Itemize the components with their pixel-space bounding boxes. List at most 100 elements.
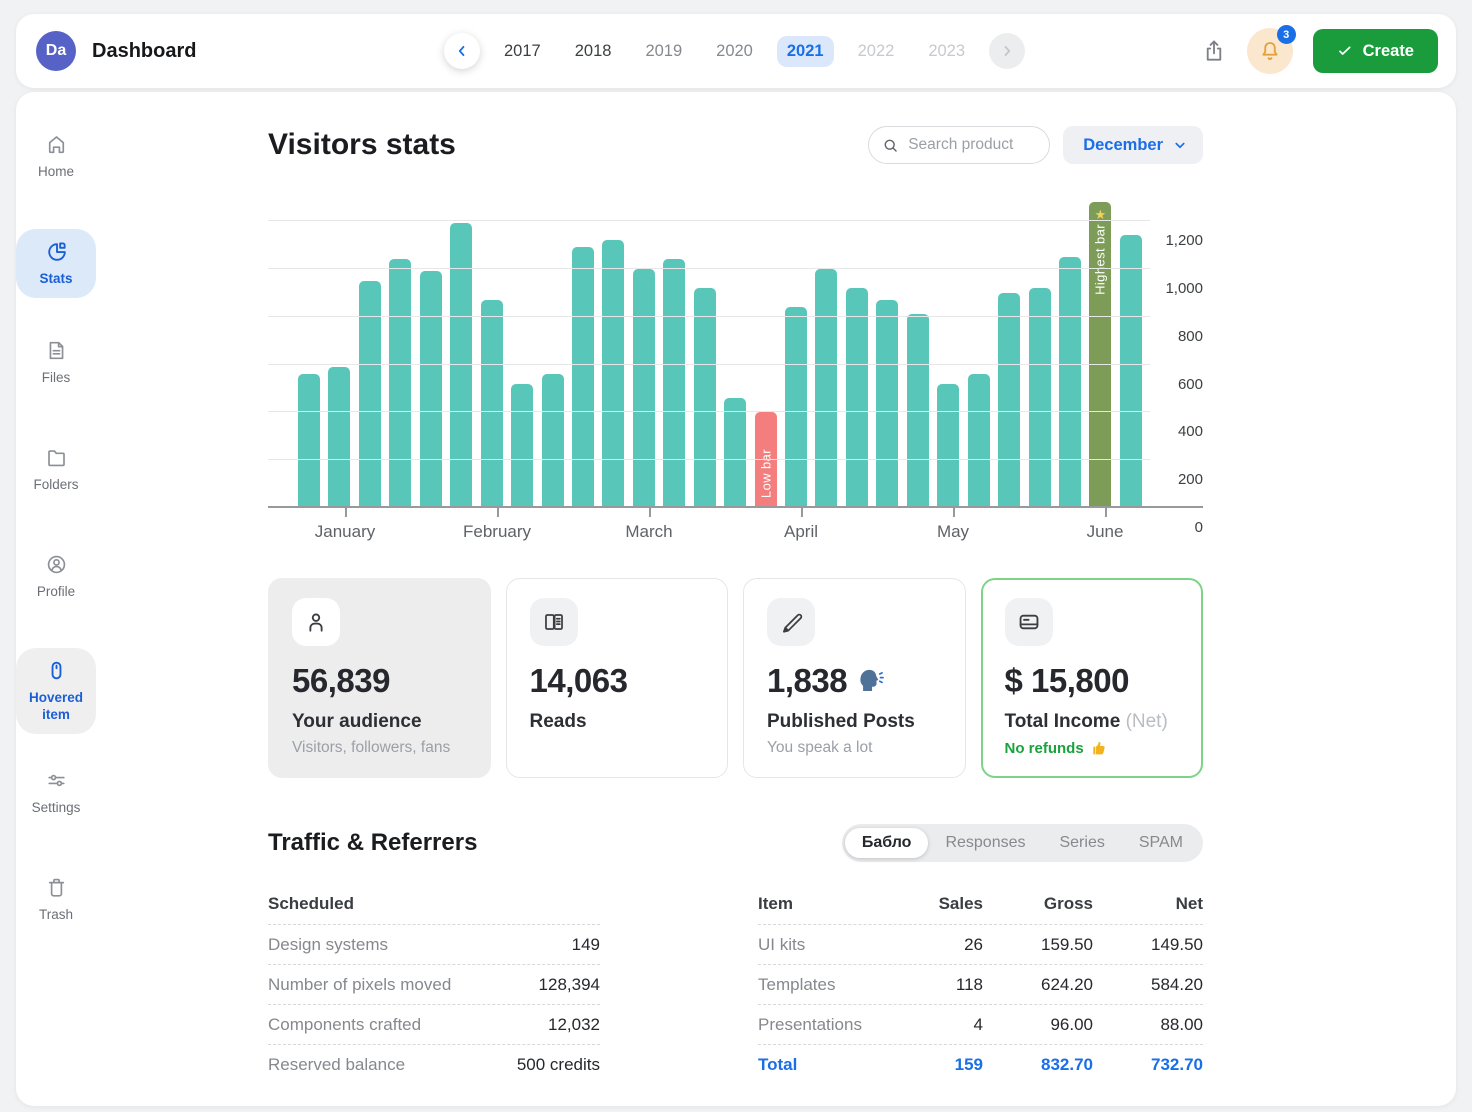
card-published-posts[interactable]: 1,838 Published Posts You speak a lot [743, 578, 966, 778]
sales-table-header: Item Sales Gross Net [758, 884, 1203, 924]
card-total-income[interactable]: $ 15,800 Total Income (Net) No refunds [981, 578, 1204, 778]
highest-bar[interactable]: ★Highest bar [1089, 202, 1111, 508]
card-title: Total Income (Net) [1005, 711, 1180, 733]
bar[interactable] [572, 247, 594, 508]
sidebar-item-hovered-item[interactable]: Hovered item [16, 648, 96, 734]
sidebar-item-profile[interactable]: Profile [16, 542, 96, 611]
sidebar-item-folders[interactable]: Folders [16, 435, 96, 504]
sidebar-item-trash[interactable]: Trash [16, 865, 96, 934]
sidebar-label: Profile [37, 584, 75, 601]
bar[interactable] [1029, 288, 1051, 508]
search-box[interactable] [868, 126, 1050, 164]
bar[interactable] [511, 384, 533, 508]
sidebar-item-settings[interactable]: Settings [16, 758, 96, 827]
bar[interactable] [298, 374, 320, 508]
next-year-button[interactable] [989, 33, 1025, 69]
card-reads[interactable]: 14,063 Reads [506, 578, 729, 778]
year-tab-2022[interactable]: 2022 [848, 36, 905, 67]
speaking-head-icon [855, 666, 885, 696]
year-tab-2019[interactable]: 2019 [635, 36, 692, 67]
credit-card-icon [1016, 609, 1042, 635]
app-title: Dashboard [92, 40, 196, 63]
y-axis-label: 800 [1153, 328, 1203, 345]
table-row: Presentations 4 96.00 88.00 [758, 1004, 1203, 1044]
top-bar: Da Dashboard 2017 2018 2019 2020 2021 20… [16, 14, 1456, 88]
sidebar-item-home[interactable]: Home [16, 122, 96, 191]
bar[interactable] [968, 374, 990, 508]
thumbs-up-icon [1090, 739, 1108, 757]
month-select[interactable]: December [1063, 126, 1203, 164]
page-title: Visitors stats [268, 128, 456, 162]
bar[interactable] [694, 288, 716, 508]
folder-icon [44, 445, 69, 470]
y-axis-label: 400 [1153, 423, 1203, 440]
traffic-tabs: Бабло Responses Series SPAM [842, 824, 1203, 862]
bar[interactable] [876, 300, 898, 508]
bar-annotation-label: Low bar [758, 449, 773, 498]
tab-bablo-active[interactable]: Бабло [845, 828, 929, 858]
bar[interactable] [663, 259, 685, 508]
bar[interactable] [633, 269, 655, 508]
y-axis-label: 1,000 [1153, 280, 1203, 297]
gridline [268, 268, 1150, 269]
bar[interactable] [937, 384, 959, 508]
bar[interactable] [420, 271, 442, 508]
bar[interactable] [998, 293, 1020, 508]
year-tab-2018[interactable]: 2018 [565, 36, 622, 67]
bar[interactable] [542, 374, 564, 508]
card-title: Reads [530, 711, 705, 733]
x-axis-label: February [463, 522, 531, 542]
share-button[interactable] [1201, 38, 1227, 64]
tab-series[interactable]: Series [1042, 828, 1121, 858]
sliders-icon [44, 768, 69, 793]
y-axis-label: 1,200 [1153, 232, 1203, 249]
bar[interactable] [602, 240, 624, 508]
card-value: 56,839 [292, 662, 467, 700]
pie-chart-icon [44, 239, 69, 264]
year-tab-2021-active[interactable]: 2021 [777, 36, 834, 67]
year-tab-2017[interactable]: 2017 [494, 36, 551, 67]
sidebar-item-stats[interactable]: Stats [16, 229, 96, 298]
search-input[interactable] [908, 136, 1037, 154]
year-tab-2023[interactable]: 2023 [918, 36, 975, 67]
sales-table: Item Sales Gross Net UI kits 26 159.50 1… [758, 884, 1203, 1084]
bar[interactable] [328, 367, 350, 508]
bar[interactable] [785, 307, 807, 508]
prev-year-button[interactable] [444, 33, 480, 69]
bar[interactable] [450, 223, 472, 508]
bar[interactable] [1120, 235, 1142, 508]
app-logo: Da [36, 31, 76, 71]
bar-annotation-label: Highest bar [1093, 224, 1108, 295]
year-nav: 2017 2018 2019 2020 2021 2022 2023 [444, 14, 1025, 88]
bar[interactable] [389, 259, 411, 508]
table-row: UI kits 26 159.50 149.50 [758, 924, 1203, 964]
table-row: Templates 118 624.20 584.20 [758, 964, 1203, 1004]
create-button[interactable]: Create [1313, 29, 1438, 73]
sidebar-item-files[interactable]: Files [16, 328, 96, 397]
y-axis-label: 0 [1153, 519, 1203, 536]
tab-responses[interactable]: Responses [928, 828, 1042, 858]
stat-cards: 56,839 Your audience Visitors, followers… [268, 578, 1203, 778]
home-icon [44, 132, 69, 157]
bar[interactable] [815, 269, 837, 508]
card-value: 14,063 [530, 662, 705, 700]
year-tab-2020[interactable]: 2020 [706, 36, 763, 67]
x-axis-tick [801, 508, 803, 517]
notifications-button[interactable]: 3 [1247, 28, 1293, 74]
notification-badge: 3 [1277, 25, 1296, 44]
bar[interactable] [1059, 257, 1081, 508]
chart-bars: Low bar ★Highest bar [268, 190, 1150, 508]
x-axis-label: January [315, 522, 375, 542]
card-your-audience[interactable]: 56,839 Your audience Visitors, followers… [268, 578, 491, 778]
scheduled-table: Scheduled Design systems 149 Number of p… [268, 884, 600, 1084]
bar[interactable] [846, 288, 868, 508]
x-axis-tick [649, 508, 651, 517]
table-row: Design systems 149 [268, 924, 600, 964]
bar[interactable] [481, 300, 503, 508]
gridline [268, 316, 1150, 317]
card-title-suffix: (Net) [1126, 711, 1168, 732]
sidebar-label: Folders [33, 477, 78, 494]
bar[interactable] [724, 398, 746, 508]
tab-spam[interactable]: SPAM [1122, 828, 1200, 858]
gridline [268, 506, 1203, 508]
